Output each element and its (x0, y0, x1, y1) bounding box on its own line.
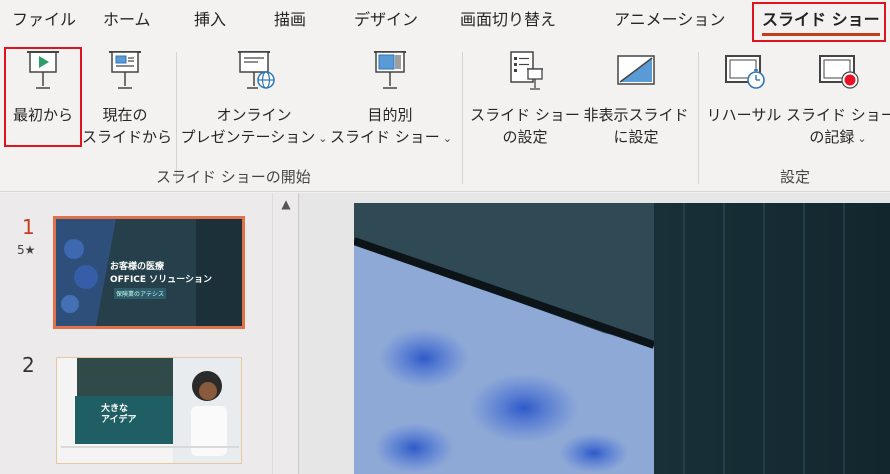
powerpoint-window: ファイル ホーム 挿入 描画 デザイン 画面切り替え アニメーション スライド … (0, 0, 890, 474)
online-presentation-line2: プレゼンテーション (180, 128, 316, 146)
record-slideshow-button[interactable]: スライド ショー の記録 ⌄ (786, 42, 890, 150)
setup-slideshow-icon (510, 51, 543, 90)
hide-slide-button[interactable]: 非表示スライド に設定 (580, 42, 692, 150)
online-presentation-label: オンライン プレゼンテーション ⌄ (180, 104, 328, 150)
online-presentation-line2-row: プレゼンテーション ⌄ (180, 126, 328, 150)
tab-home[interactable]: ホーム (103, 0, 151, 42)
custom-slideshow-label: 目的別 スライド ショー ⌄ (330, 104, 452, 150)
custom-slideshow-icon (374, 51, 406, 89)
thumb1-subtitle: 保険業のアテシス (114, 288, 167, 299)
slide-thumbnail-pane: 1 5★ お客様の医療 OFFICE ソリューション 保険業のアテシス 2 大き… (0, 193, 298, 474)
ribbon-tab-bar: ファイル ホーム 挿入 描画 デザイン 画面切り替え アニメーション スライド … (0, 0, 890, 42)
chevron-down-icon: ⌄ (857, 132, 867, 145)
record-slideshow-label: スライド ショー の記録 ⌄ (786, 104, 890, 150)
tab-highlight-box (752, 2, 886, 42)
tab-insert[interactable]: 挿入 (194, 0, 226, 42)
thumbnail2-background (57, 358, 241, 463)
button-highlight-box (4, 47, 82, 147)
hide-slide-icon (617, 55, 655, 85)
slide-number-2: 2 (22, 353, 35, 377)
tab-design[interactable]: デザイン (354, 0, 418, 42)
chevron-down-icon: ⌄ (442, 132, 452, 145)
record-slideshow-line2: の記録 (809, 128, 855, 146)
tab-file[interactable]: ファイル (12, 0, 76, 42)
thumb2-title-line1: 大きな (101, 404, 129, 414)
animation-star-icon: 5★ (17, 243, 36, 257)
slide-editor (299, 193, 890, 474)
from-current-slide-label: 現在の スライドから (82, 104, 173, 148)
scroll-up-arrow-icon[interactable]: ▲ (273, 193, 299, 215)
tab-animations[interactable]: アニメーション (614, 0, 725, 42)
online-presentation-icon (238, 51, 275, 89)
setup-slideshow-line2: の設定 (502, 128, 548, 146)
current-slide-icon (109, 51, 141, 89)
online-presentation-button[interactable]: オンライン プレゼンテーション ⌄ (180, 42, 328, 150)
setup-slideshow-button[interactable]: スライド ショー の設定 (470, 42, 580, 150)
ribbon-group-separator (462, 52, 463, 184)
setup-slideshow-label: スライド ショー の設定 (470, 104, 580, 148)
thumb2-title-line2: アイデア (101, 415, 137, 425)
from-current-line2: スライドから (82, 128, 173, 146)
tab-transitions[interactable]: 画面切り替え (460, 0, 556, 42)
thumb1-title-line1: お客様の医療 (110, 262, 165, 272)
setup-slideshow-line1: スライド ショー (470, 106, 580, 124)
custom-slideshow-line2-row: スライド ショー ⌄ (330, 126, 452, 150)
rehearse-timings-label: リハーサル (706, 106, 782, 124)
tab-draw[interactable]: 描画 (274, 0, 306, 42)
slide-number-1: 1 (22, 215, 35, 239)
ribbon-separator (176, 52, 177, 184)
from-current-slide-button[interactable]: 現在の スライドから (82, 42, 173, 150)
start-slideshow-group-label: スライド ショーの開始 (156, 168, 311, 186)
setup-group-label: 設定 (780, 168, 811, 186)
online-presentation-line1: オンライン (216, 106, 292, 124)
record-slideshow-line2-row: の記録 ⌄ (786, 126, 890, 150)
hide-slide-line1: 非表示スライド (583, 106, 689, 124)
custom-slideshow-line1: 目的別 (367, 106, 413, 124)
current-slide-canvas[interactable] (354, 203, 890, 474)
ribbon: 最初から 現在の スライドから オンライン プレゼンテーション ⌄ 目的別 スラ… (0, 42, 890, 192)
slide-thumbnail-2[interactable]: 大きな アイデア (56, 357, 242, 464)
from-current-line1: 現在の (102, 106, 148, 124)
chevron-down-icon: ⌄ (318, 132, 328, 145)
hide-slide-label: 非表示スライド に設定 (580, 104, 692, 148)
slide-thumbnail-1[interactable]: お客様の医療 OFFICE ソリューション 保険業のアテシス (53, 216, 245, 329)
custom-slideshow-button[interactable]: 目的別 スライド ショー ⌄ (330, 42, 452, 150)
ribbon-separator (698, 52, 699, 184)
thumb2-title: 大きな アイデア (101, 404, 137, 426)
rehearse-timings-button[interactable]: リハーサル (704, 42, 784, 150)
thumbnail-scrollbar[interactable]: ▲ (272, 193, 298, 474)
slide-background-image (354, 203, 890, 474)
custom-slideshow-line2: スライド ショー (330, 128, 440, 146)
thumb1-title-line2: OFFICE ソリューション (110, 275, 213, 285)
record-icon (819, 55, 859, 89)
hide-slide-line2: に設定 (613, 128, 659, 146)
rehearse-timer-icon (725, 55, 765, 89)
record-slideshow-line1: スライド ショー (786, 106, 890, 124)
